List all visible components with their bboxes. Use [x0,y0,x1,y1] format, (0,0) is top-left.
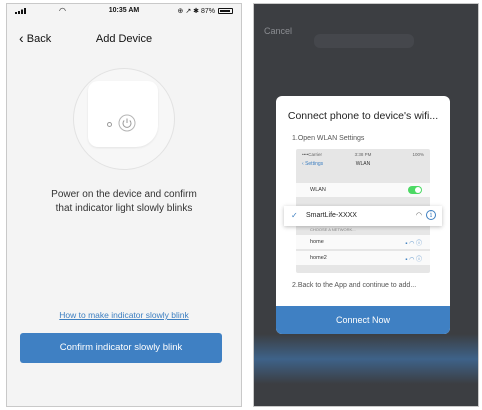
step-one-text: 1.Open WLAN Settings [292,135,365,142]
instruction-line: Power on the device and confirm [51,189,197,200]
confirm-blink-button[interactable]: Confirm indicator slowly blink [20,333,222,363]
indicator-light [107,122,112,127]
mock-network-row: home2 ▪ ◠ ⓘ [296,251,430,265]
battery-icon [218,8,233,14]
cancel-button[interactable]: Cancel [264,26,292,36]
power-icon [118,114,136,132]
blurred-header [314,34,414,48]
mock-network-name: home [310,239,324,245]
selected-network-name: SmartLife-XXXX [306,212,357,219]
selected-network-row: ✓ SmartLife-XXXX ◠ i [284,206,442,226]
connect-wifi-dialog: Connect phone to device's wifi... 1.Open… [276,96,450,334]
dialog-title: Connect phone to device's wifi... [287,110,439,122]
toggle-switch [408,186,422,194]
mock-time: 3:38 PM [354,152,372,157]
status-indicators: ⊕ ↗ ✱ 87% [177,8,215,15]
wifi-icon: ◠ [415,212,422,219]
mock-network-name: home2 [310,255,327,261]
info-icon: i [426,210,436,220]
lock-wifi-info-icon: ▪ ◠ ⓘ [405,257,422,263]
check-icon: ✓ [291,211,298,220]
mock-title: WLAN [355,161,371,167]
mock-wlan-label: WLAN [310,187,326,193]
mock-wlan-row: WLAN [296,183,430,197]
mock-battery: 100% [412,152,424,157]
connect-now-button[interactable]: Connect Now [276,306,450,334]
wifi-connect-screen: Cancel Connect phone to device's wifi...… [253,3,479,407]
mock-network-row: home ▪ ◠ ⓘ [296,235,430,249]
add-device-screen: ◠ 10:35 AM ⊕ ↗ ✱ 87% ‹ Back Add Device P… [6,3,242,407]
page-title: Add Device [95,33,153,45]
mock-section-header: CHOOSE A NETWORK... [310,227,356,232]
instruction-text: Power on the device and confirm that ind… [7,188,241,216]
step-two-text: 2.Back to the App and continue to add... [292,282,417,289]
help-link[interactable]: How to make indicator slowly blink [7,310,241,320]
instruction-line: that indicator light slowly blinks [55,203,193,214]
nav-bar: ‹ Back Add Device [7,26,241,52]
status-bar: ◠ 10:35 AM ⊕ ↗ ✱ 87% [7,4,241,18]
lock-wifi-info-icon: ▪ ◠ ⓘ [405,241,422,247]
blurred-background-button [254,334,478,384]
device-illustration [73,68,175,170]
